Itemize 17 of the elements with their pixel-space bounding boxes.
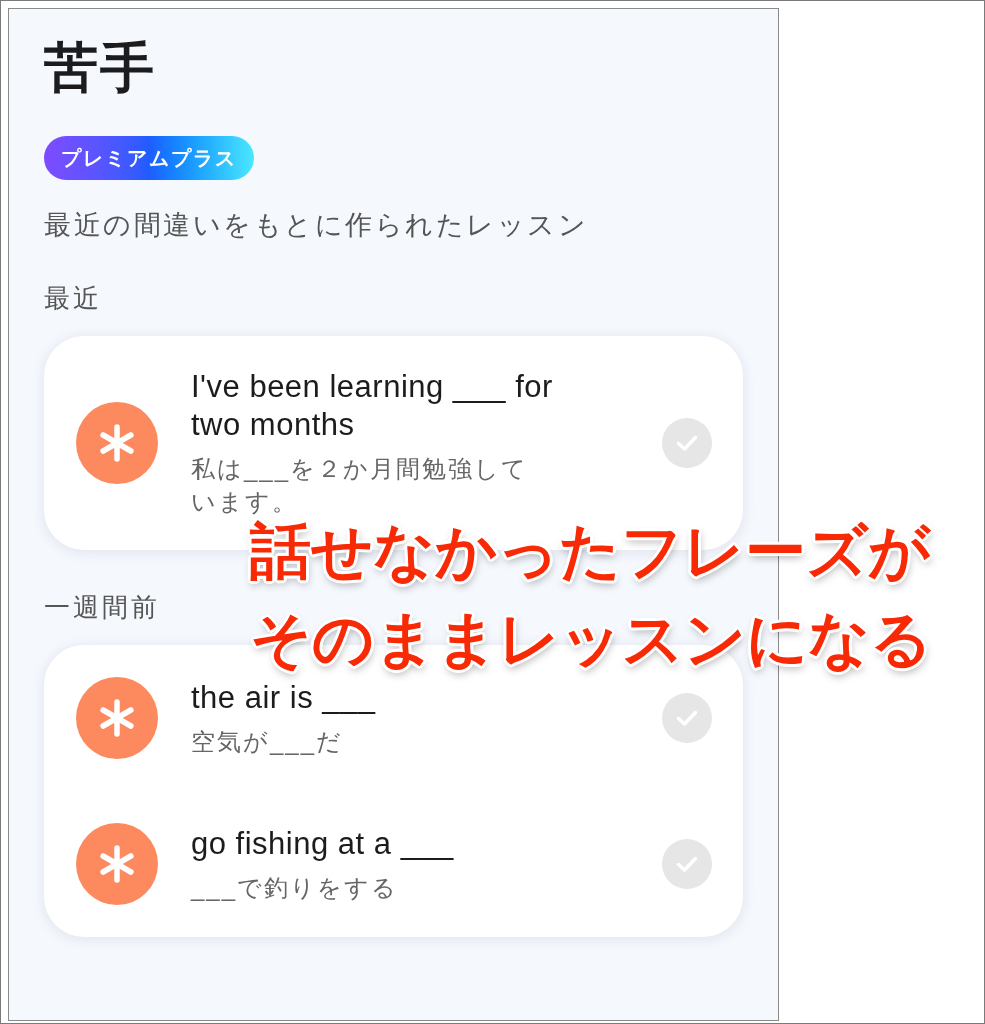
- premium-badge: プレミアムプラス: [44, 136, 254, 180]
- description-text: 最近の間違いをもとに作られたレッスン: [44, 209, 588, 242]
- translation-text: 空気が___だ: [191, 726, 344, 757]
- translation-text: ___で釣りをする: [191, 872, 399, 903]
- asterisk-icon: [76, 823, 158, 905]
- asterisk-icon: [76, 402, 158, 484]
- section-heading: 最近: [44, 282, 102, 315]
- check-icon[interactable]: [662, 839, 712, 889]
- asterisk-icon: [76, 677, 158, 759]
- phrase-text: go fishing at a ___: [191, 824, 454, 863]
- page-title: 苦手: [44, 36, 156, 98]
- check-icon[interactable]: [662, 418, 712, 468]
- phrase-text: I've been learning ___ for two months: [191, 368, 554, 444]
- translation-text: 私は___を２か月間勉強しています。: [191, 454, 530, 517]
- section-heading: 一週間前: [44, 591, 160, 624]
- phrase-text: the air is ___: [191, 678, 376, 717]
- check-icon[interactable]: [662, 693, 712, 743]
